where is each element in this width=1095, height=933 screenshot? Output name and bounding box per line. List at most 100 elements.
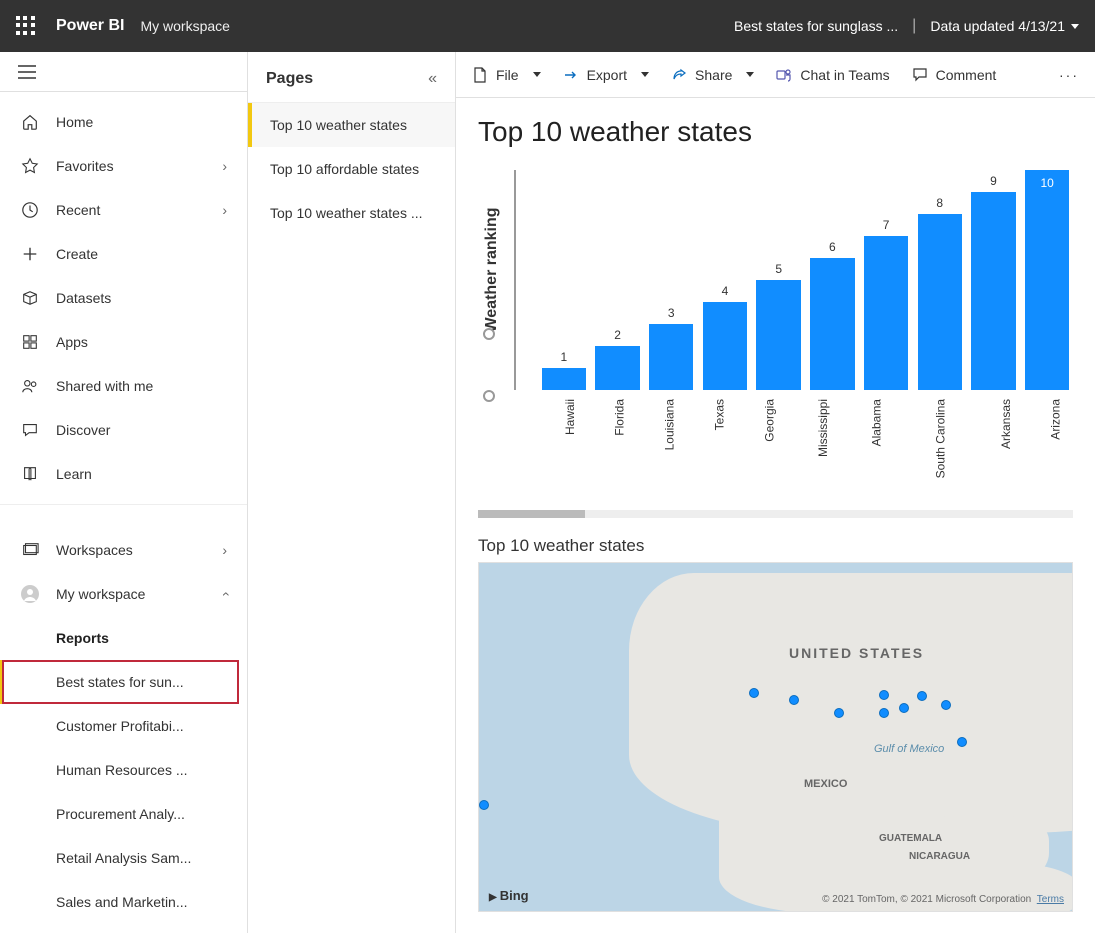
nav-home[interactable]: Home	[0, 100, 247, 144]
bar-georgia[interactable]: 5	[753, 170, 805, 390]
nav-recent[interactable]: Recent ›	[0, 188, 247, 232]
map-label-mexico: MEXICO	[804, 778, 847, 790]
map-dot	[789, 695, 799, 705]
bar-south-carolina[interactable]: 8	[914, 170, 966, 390]
report-item-retail[interactable]: Retail Analysis Sam...	[0, 836, 247, 880]
report-area: File Export Share Chat in Teams Comment …	[456, 52, 1095, 933]
chart-scrollbar[interactable]	[478, 510, 1073, 518]
report-label: Retail Analysis Sam...	[56, 850, 191, 866]
more-button[interactable]: ···	[1057, 63, 1081, 87]
nav-label: Learn	[56, 466, 92, 482]
chevron-right-icon: ›	[222, 158, 227, 174]
comment-label: Comment	[936, 67, 997, 83]
nav-label: Shared with me	[56, 378, 153, 394]
report-item-best-states[interactable]: Best states for sun...	[0, 660, 247, 704]
nav-shared[interactable]: Shared with me	[0, 364, 247, 408]
bar-arizona[interactable]: 10	[1021, 170, 1073, 390]
page-item-weather2[interactable]: Top 10 weather states ...	[248, 191, 455, 235]
report-item-procurement[interactable]: Procurement Analy...	[0, 792, 247, 836]
book-icon	[20, 464, 40, 484]
nav-workspaces[interactable]: Workspaces ›	[0, 528, 247, 572]
slider-thumb-top[interactable]	[483, 328, 495, 340]
brand-label: Power BI	[56, 17, 124, 35]
chat-teams-button[interactable]: Chat in Teams	[774, 63, 891, 87]
page-item-weather[interactable]: Top 10 weather states	[248, 103, 455, 147]
map-dot	[879, 708, 889, 718]
breadcrumb[interactable]: Best states for sunglass ...	[734, 18, 898, 34]
report-label: Human Resources ...	[56, 762, 188, 778]
x-tick-label: Hawaii	[563, 399, 577, 435]
map-dot	[941, 700, 951, 710]
nav-learn[interactable]: Learn	[0, 452, 247, 496]
hamburger-icon	[18, 65, 36, 79]
map-attr-text: © 2021 TomTom, © 2021 Microsoft Corporat…	[822, 894, 1031, 905]
app-launcher-icon[interactable]	[16, 16, 36, 36]
map-label-gulf: Gulf of Mexico	[874, 743, 944, 755]
x-tick-label: Georgia	[762, 399, 776, 442]
report-label: Procurement Analy...	[56, 806, 185, 822]
nav-my-workspace[interactable]: My workspace ›	[0, 572, 247, 616]
page-label: Top 10 weather states ...	[270, 205, 423, 221]
report-title: Top 10 weather states	[478, 116, 1073, 148]
report-label: Best states for sun...	[56, 674, 184, 690]
comment-button[interactable]: Comment	[910, 63, 999, 87]
pages-title: Pages	[266, 70, 313, 88]
file-button[interactable]: File	[470, 63, 543, 87]
y-axis-label: Weather ranking	[483, 207, 501, 332]
map-attribution: © 2021 TomTom, © 2021 Microsoft Corporat…	[822, 894, 1064, 905]
file-label: File	[496, 67, 519, 83]
nav-apps[interactable]: Apps	[0, 320, 247, 364]
map-label-usa: UNITED STATES	[789, 645, 924, 661]
bar-value-label: 2	[614, 328, 621, 342]
chat-icon	[20, 420, 40, 440]
nav-discover[interactable]: Discover	[0, 408, 247, 452]
data-updated-button[interactable]: Data updated 4/13/21	[930, 18, 1079, 34]
nav-create[interactable]: Create	[0, 232, 247, 276]
x-tick-label: Texas	[713, 399, 727, 430]
map-visual[interactable]: UNITED STATES MEXICO Gulf of Mexico GUAT…	[478, 562, 1073, 912]
slider-thumb-bottom[interactable]	[483, 390, 495, 402]
reports-heading: Reports	[0, 616, 247, 660]
chat-label: Chat in Teams	[800, 67, 889, 83]
map-label-guatemala: GUATEMALA	[879, 833, 942, 844]
bar-louisiana[interactable]: 3	[645, 170, 697, 390]
export-button[interactable]: Export	[561, 63, 651, 87]
report-item-customer[interactable]: Customer Profitabi...	[0, 704, 247, 748]
workspace-name-label[interactable]: My workspace	[140, 18, 734, 34]
report-label: Sales and Marketin...	[56, 894, 188, 910]
share-icon	[671, 67, 687, 83]
bar-arkansas[interactable]: 9	[968, 170, 1020, 390]
bar-texas[interactable]: 4	[699, 170, 751, 390]
bar-value-label: 4	[722, 284, 729, 298]
slider-track[interactable]	[514, 170, 516, 390]
report-item-sales[interactable]: Sales and Marketin...	[0, 880, 247, 924]
nav-toggle-button[interactable]	[0, 52, 247, 92]
nav-label: Discover	[56, 422, 110, 438]
bar-mississippi[interactable]: 6	[807, 170, 859, 390]
chevron-up-icon: ›	[217, 592, 233, 597]
bar-chart[interactable]: Weather ranking 12345678910 HawaiiFlorid…	[478, 160, 1073, 500]
collapse-icon[interactable]: «	[428, 70, 437, 88]
nav-label: Favorites	[56, 158, 114, 174]
bar-hawaii[interactable]: 1	[538, 170, 590, 390]
map-terms-link[interactable]: Terms	[1037, 894, 1064, 905]
map-dot	[899, 703, 909, 713]
chevron-right-icon: ›	[222, 202, 227, 218]
nav-label: Recent	[56, 202, 100, 218]
ellipsis-icon: ···	[1059, 67, 1079, 83]
map-dot	[749, 688, 759, 698]
data-updated-label: Data updated 4/13/21	[930, 18, 1065, 34]
map-dot	[834, 708, 844, 718]
bar-value-label: 8	[936, 196, 943, 210]
plus-icon	[20, 244, 40, 264]
report-item-hr[interactable]: Human Resources ...	[0, 748, 247, 792]
bing-logo: Bing	[489, 888, 529, 903]
share-button[interactable]: Share	[669, 63, 756, 87]
nav-favorites[interactable]: Favorites ›	[0, 144, 247, 188]
bar-alabama[interactable]: 7	[860, 170, 912, 390]
bar-florida[interactable]: 2	[592, 170, 644, 390]
bar-value-label: 1	[561, 350, 568, 364]
cube-icon	[20, 288, 40, 308]
page-item-affordable[interactable]: Top 10 affordable states	[248, 147, 455, 191]
nav-datasets[interactable]: Datasets	[0, 276, 247, 320]
